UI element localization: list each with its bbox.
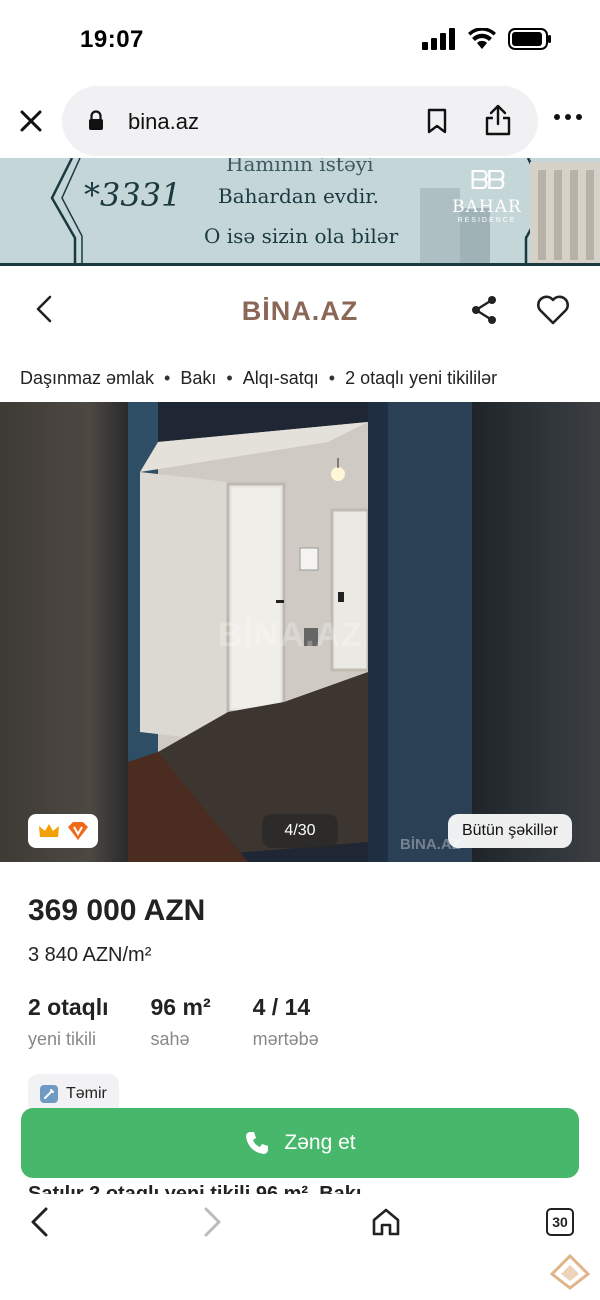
brand-mark-icon: ᗷᗷ <box>470 166 506 196</box>
banner-brand-sub: RESIDENCE <box>457 217 517 224</box>
favorite-heart-icon[interactable] <box>536 294 570 326</box>
browser-toolbar: 30 <box>0 1194 600 1300</box>
fact-label: yeni tikili <box>28 1029 97 1049</box>
breadcrumb-item[interactable]: Bakı <box>180 368 216 388</box>
bookmark-icon[interactable] <box>426 108 448 134</box>
browser-back-icon[interactable] <box>26 1206 54 1238</box>
call-button-label: Zəng et <box>284 1131 356 1154</box>
home-icon[interactable] <box>370 1206 402 1238</box>
fact-value: 2 otaqlı <box>28 994 109 1020</box>
fact-floor: 4 / 14 mərtəbə <box>253 994 319 1050</box>
url-text: bina.az <box>128 109 199 134</box>
close-tab-button[interactable] <box>14 104 48 138</box>
corner-watermark-logo <box>549 1253 591 1290</box>
fact-label: mərtəbə <box>252 1029 319 1049</box>
fact-label: sahə <box>150 1029 190 1049</box>
site-logo[interactable]: BİNA.AZ <box>0 296 600 327</box>
lock-icon <box>89 110 103 130</box>
listing-photo[interactable]: BİNA.AZ BİNA.AZ 4/30 Bütün şəkillər <box>0 402 600 862</box>
phone-icon <box>246 1132 269 1154</box>
more-options-button[interactable] <box>554 114 582 120</box>
close-icon <box>20 110 42 132</box>
browser-url-row: bina.az <box>0 84 600 158</box>
photo-blur-left <box>0 402 128 862</box>
photo-watermark: BİNA.AZ <box>218 616 363 654</box>
status-bar: 19:07 <box>0 0 600 80</box>
status-time: 19:07 <box>80 26 144 53</box>
tag-label: Təmir <box>66 1085 107 1102</box>
banner-text-line2: Bahardan evdir. <box>218 184 380 208</box>
status-icons <box>422 28 552 50</box>
photo-blur-right <box>472 402 600 862</box>
ad-banner[interactable]: *3331 Hamının istəyi Bahardan evdir. O i… <box>0 158 600 266</box>
banner-code: *3331 <box>84 176 182 214</box>
fact-area: 96 m² sahə <box>151 994 211 1050</box>
fact-value: 96 m² <box>150 994 211 1020</box>
photo-counter: 4/30 <box>262 814 338 848</box>
share-network-icon[interactable] <box>468 294 500 326</box>
share-icon[interactable] <box>484 104 512 136</box>
price: 369 000 AZN <box>28 894 206 927</box>
site-header: BİNA.AZ <box>0 266 600 358</box>
breadcrumb-item[interactable]: 2 otaqlı yeni tikililər <box>345 368 497 388</box>
signal-icon <box>422 28 455 50</box>
breadcrumb: Daşınmaz əmlak • Bakı • Alqı-satqı • 2 otaqlı … <box>20 368 498 388</box>
listing-badges <box>28 814 98 848</box>
address-bar[interactable]: bina.az <box>62 86 538 156</box>
breadcrumb-item[interactable]: Daşınmaz əmlak <box>20 368 154 388</box>
renovation-brush-icon <box>40 1085 58 1103</box>
fact-rooms: 2 otaqlı yeni tikili <box>28 994 109 1050</box>
listing-facts: 2 otaqlı yeni tikili 96 m² sahə 4 / 14 m… <box>28 994 361 1050</box>
battery-icon <box>508 28 551 50</box>
all-photos-button[interactable]: Bütün şəkillər <box>448 814 572 848</box>
vip-diamond-icon <box>67 822 88 840</box>
banner-brand-logo: ᗷᗷ BAHAR RESIDENCE <box>448 166 526 224</box>
banner-brand-name: BAHAR <box>452 197 522 217</box>
call-button[interactable]: Zəng et <box>21 1108 579 1178</box>
fact-value: 4 / 14 <box>252 994 311 1020</box>
browser-forward-icon[interactable] <box>198 1206 226 1238</box>
wifi-icon <box>468 28 496 49</box>
banner-text-line1: Hamının istəyi <box>226 158 374 176</box>
listing-title-partial: Satılır 2 otaqlı yeni tikili 96 m², Bakı <box>28 1183 362 1194</box>
tabs-button[interactable]: 30 <box>546 1208 574 1236</box>
price-per-m2: 3 840 AZN/m² <box>28 944 152 966</box>
crown-icon <box>38 824 59 837</box>
banner-text-line3: O isə sizin ola bilər <box>204 224 399 248</box>
breadcrumb-item[interactable]: Alqı-satqı <box>243 368 319 388</box>
